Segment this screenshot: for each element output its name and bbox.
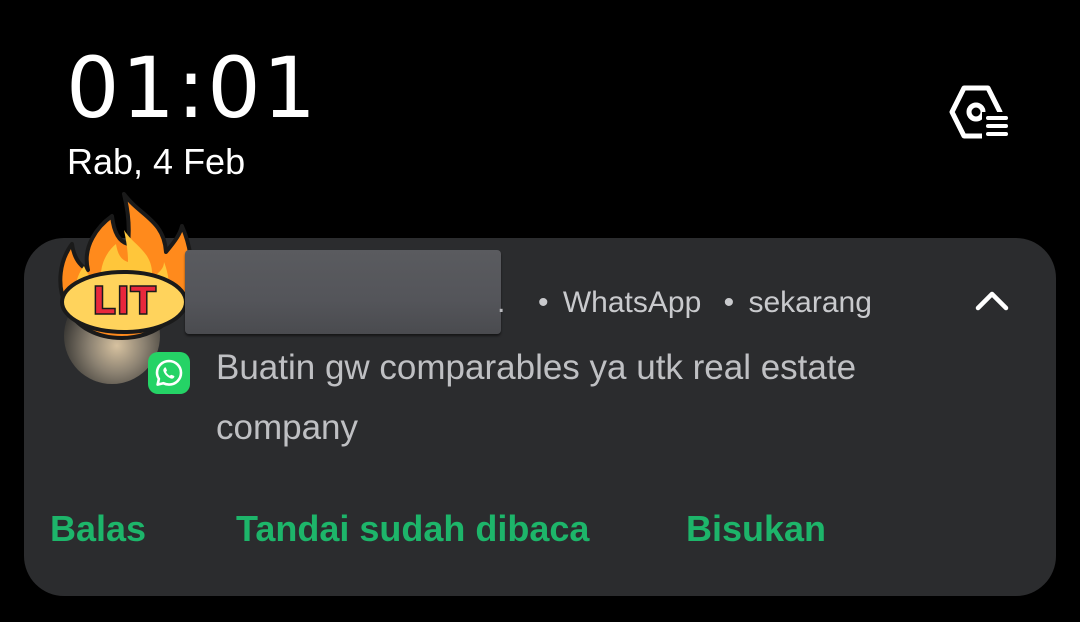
sender-name-tail: . [497,286,506,319]
clock-time: 01:01 [66,39,319,137]
collapse-button[interactable] [970,282,1014,318]
lit-sticker-text: LIT [92,279,156,323]
mark-as-read-button[interactable]: Tandai sudah dibaca [236,508,589,550]
whatsapp-notification-card[interactable]: LIT . • WhatsApp • sekarang Buatin gw co… [24,192,1056,596]
lit-flame-sticker-icon: LIT [58,192,194,340]
meta-separator: • [723,286,735,319]
clock-date: Rab, 4 Feb [67,141,246,182]
redacted-sender-name [185,250,501,334]
notification-meta: • WhatsApp • sekarang [538,286,872,320]
notification-time: sekarang [748,286,872,319]
notification-settings-icon [949,85,1008,140]
notification-message: Buatin gw comparables ya utk real estate… [216,348,857,447]
reply-button[interactable]: Balas [50,508,146,550]
meta-separator: • [538,286,549,319]
chevron-up-icon [975,291,1009,311]
lock-screen: 01:01 Rab, 4 Feb LIT . • WhatsApp • seka… [0,0,1080,622]
notification-settings-button[interactable] [944,82,1010,142]
whatsapp-icon [155,359,183,386]
app-name: WhatsApp [562,286,702,319]
mute-button[interactable]: Bisukan [686,508,826,550]
whatsapp-badge [148,352,190,394]
